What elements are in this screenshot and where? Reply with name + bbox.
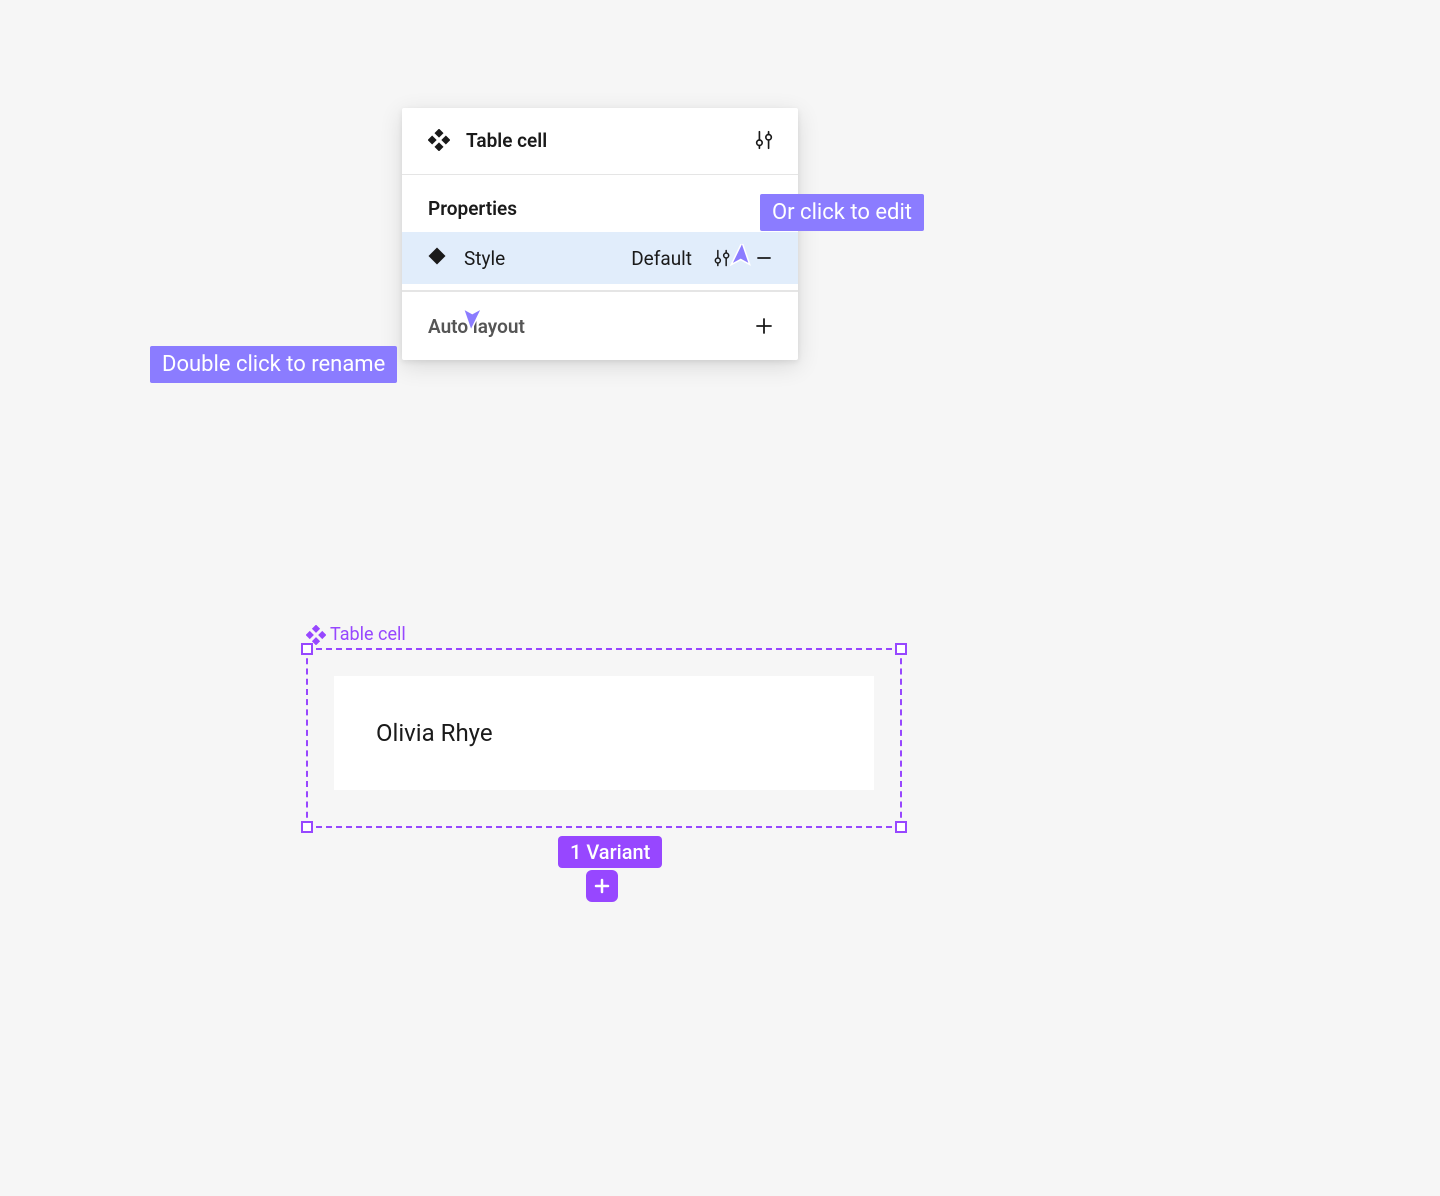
variant-diamond-icon [428,247,446,269]
panel-header: Table cell [402,108,798,175]
resize-handle-tl[interactable] [301,643,313,655]
cursor-rename-icon [457,301,485,329]
canvas-component-label[interactable]: Table cell [306,624,406,645]
property-value: Default [631,247,692,270]
tooltip-edit: Or click to edit [760,194,924,231]
component-set-icon [306,625,326,645]
settings-sliders-button[interactable] [752,128,776,152]
property-name[interactable]: Style [464,247,505,270]
component-set-icon [428,129,450,151]
table-cell-text: Olivia Rhye [376,719,493,747]
tooltip-rename: Double click to rename [150,346,397,383]
properties-section-title: Properties [402,175,798,232]
component-name[interactable]: Table cell [466,129,547,152]
cursor-edit-icon [728,244,756,272]
table-cell-instance[interactable]: Olivia Rhye [334,676,874,790]
variant-count-badge: 1 Variant [558,836,662,868]
canvas-component-label-text: Table cell [330,624,406,645]
add-auto-layout-button[interactable] [752,314,776,338]
resize-handle-tr[interactable] [895,643,907,655]
panel-header-title-group: Table cell [428,129,547,152]
add-variant-button[interactable] [586,870,618,902]
resize-handle-br[interactable] [895,821,907,833]
plus-icon [593,877,611,895]
resize-handle-bl[interactable] [301,821,313,833]
